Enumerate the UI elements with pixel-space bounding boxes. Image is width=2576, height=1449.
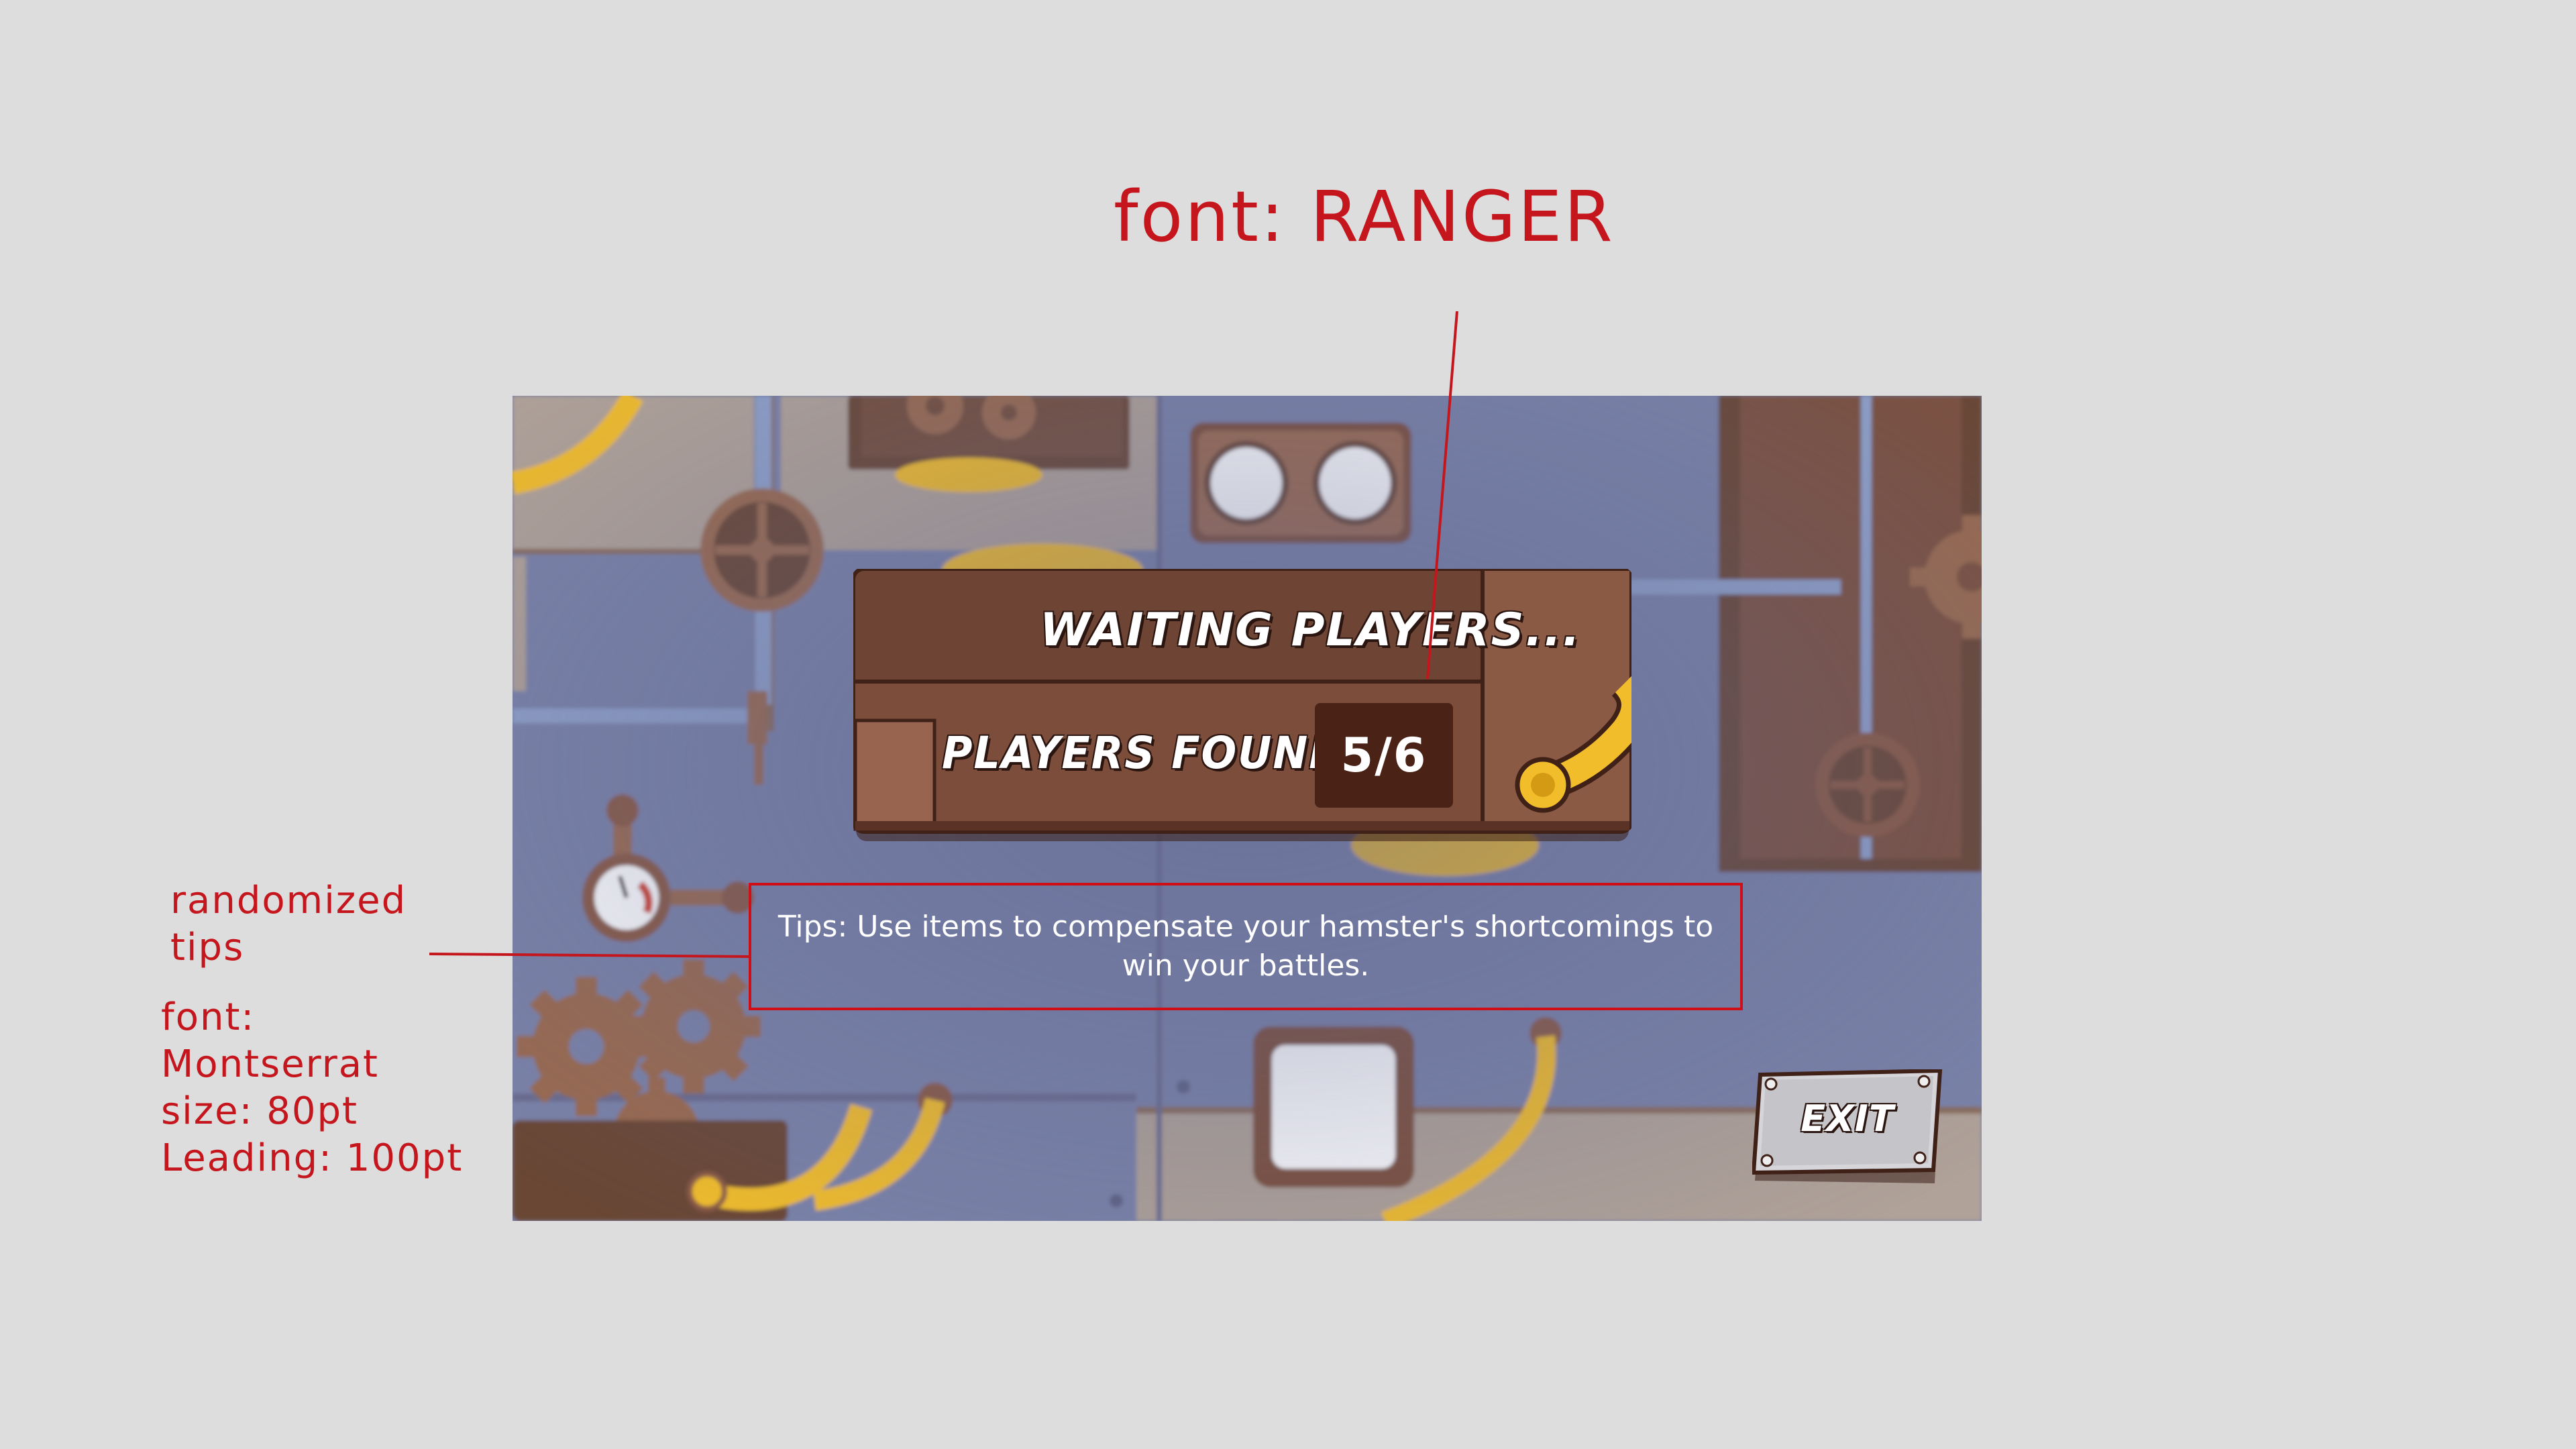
- tips-leader-line: [429, 953, 751, 958]
- annotation-leader-lines: [429, 311, 1458, 958]
- ranger-leader-line: [1426, 311, 1458, 680]
